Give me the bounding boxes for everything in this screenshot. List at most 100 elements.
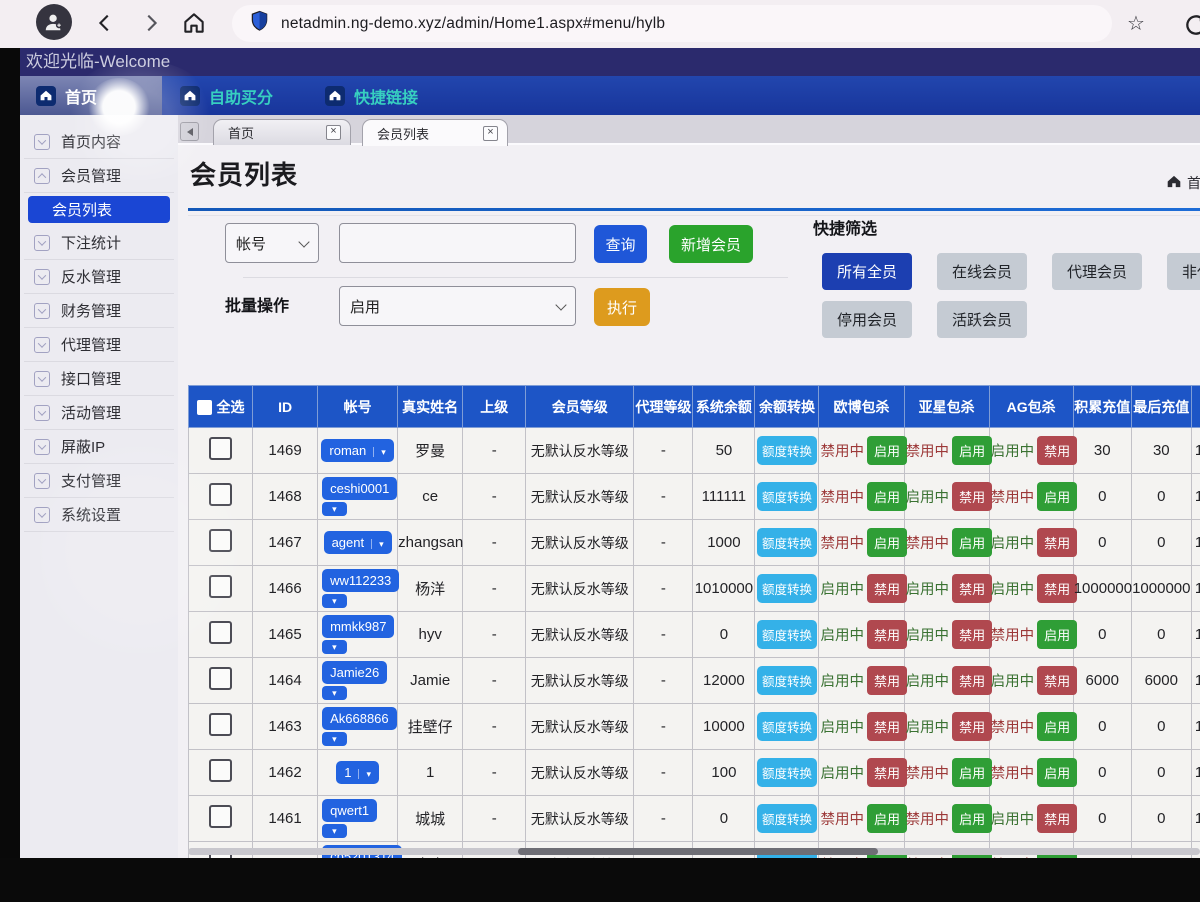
yaxing-disable-button[interactable]: 禁用 [952,666,992,695]
account-dropdown-caret[interactable]: ▾ [322,686,347,700]
quota-convert-button[interactable]: 额度转换 [757,436,817,465]
oubo-disable-button[interactable]: 禁用 [867,712,907,741]
row-checkbox[interactable] [209,667,232,690]
nav-item-3[interactable]: 快捷链接 [325,76,418,115]
row-checkbox[interactable] [209,759,232,782]
oubo-disable-button[interactable]: 禁用 [867,574,907,603]
account-dropdown-caret[interactable]: ▾ [322,640,347,654]
yaxing-enable-button[interactable]: 启用 [952,528,992,557]
quick-filter-button-3[interactable]: 代理会员 [1052,253,1142,290]
yaxing-disable-button[interactable]: 禁用 [952,482,992,511]
sidebar-item[interactable]: 下注统计 [24,226,174,260]
horizontal-scrollbar[interactable] [188,848,1200,855]
add-member-button[interactable]: 新增会员 [669,225,753,263]
sidebar-item[interactable]: 接口管理 [24,362,174,396]
quick-filter-button-6[interactable]: 活跃会员 [937,301,1027,338]
yaxing-disable-button[interactable]: 禁用 [952,574,992,603]
quota-convert-button[interactable]: 额度转换 [757,758,817,787]
sidebar-item[interactable]: 财务管理 [24,294,174,328]
forward-icon[interactable] [138,10,164,36]
quota-convert-button[interactable]: 额度转换 [757,804,817,833]
nav-item-1[interactable]: 首页 [20,76,162,115]
account-dropdown-caret[interactable]: ▾ [322,594,347,608]
oubo-enable-button[interactable]: 启用 [867,528,907,557]
account-button[interactable]: 1▾ [336,761,379,784]
account-button[interactable]: Jamie26 [322,661,387,684]
ag-disable-button[interactable]: 禁用 [1037,574,1077,603]
account-button[interactable]: Ak668866 [322,707,397,730]
quota-convert-button[interactable]: 额度转换 [757,620,817,649]
oubo-disable-button[interactable]: 禁用 [867,758,907,787]
refresh-icon[interactable] [1183,12,1200,38]
quota-convert-button[interactable]: 额度转换 [757,712,817,741]
quick-filter-button-5[interactable]: 停用会员 [822,301,912,338]
breadcrumb[interactable]: 首页 [1167,173,1200,193]
ag-disable-button[interactable]: 禁用 [1037,804,1077,833]
oubo-enable-button[interactable]: 启用 [867,482,907,511]
bookmark-star-icon[interactable]: ☆ [1124,14,1148,36]
sidebar-item[interactable]: 支付管理 [24,464,174,498]
url-address-bar[interactable]: netadmin.ng-demo.xyz/admin/Home1.aspx#me… [232,5,1112,42]
ag-disable-button[interactable]: 禁用 [1037,436,1077,465]
sidebar-item[interactable]: 系统设置 [24,498,174,532]
account-dropdown-caret[interactable]: ▾ [322,732,347,746]
nav-item-2[interactable]: 自助买分 [180,76,273,115]
tab-1[interactable]: 首页× [213,119,351,145]
search-field-select[interactable]: 帐号 [225,223,319,263]
row-checkbox[interactable] [209,805,232,828]
select-all-checkbox[interactable] [197,400,212,415]
tab-close-icon[interactable]: × [483,126,498,141]
quick-filter-button-1[interactable]: 所有全员 [822,253,912,290]
query-button[interactable]: 查询 [594,225,647,263]
quota-convert-button[interactable]: 额度转换 [757,666,817,695]
home-icon[interactable] [180,8,208,38]
oubo-enable-button[interactable]: 启用 [867,436,907,465]
ag-enable-button[interactable]: 启用 [1037,712,1077,741]
quota-convert-button[interactable]: 额度转换 [757,528,817,557]
oubo-enable-button[interactable]: 启用 [867,804,907,833]
sidebar-item[interactable]: 会员管理 [24,159,174,193]
quick-filter-button-2[interactable]: 在线会员 [937,253,1027,290]
back-icon[interactable] [92,10,118,36]
tab-2[interactable]: 会员列表× [362,119,508,146]
row-checkbox[interactable] [209,437,232,460]
sidebar-item[interactable]: 代理管理 [24,328,174,362]
tab-close-icon[interactable]: × [326,125,341,140]
oubo-disable-button[interactable]: 禁用 [867,666,907,695]
ag-disable-button[interactable]: 禁用 [1037,666,1077,695]
sidebar-item[interactable]: 首页内容 [24,125,174,159]
yaxing-enable-button[interactable]: 启用 [952,804,992,833]
row-checkbox[interactable] [209,483,232,506]
quota-convert-button[interactable]: 额度转换 [757,574,817,603]
row-checkbox[interactable] [209,529,232,552]
sidebar-item[interactable]: 活动管理 [24,396,174,430]
row-checkbox[interactable] [209,713,232,736]
row-checkbox[interactable] [209,575,232,598]
account-button[interactable]: ceshi0001 [322,477,397,500]
yaxing-disable-button[interactable]: 禁用 [952,712,992,741]
account-dropdown-caret[interactable]: ▾ [322,824,347,838]
quota-convert-button[interactable]: 额度转换 [757,482,817,511]
yaxing-enable-button[interactable]: 启用 [952,758,992,787]
tab-scroll-left-button[interactable] [180,122,199,141]
account-button[interactable]: ww112233 [322,569,399,592]
execute-button[interactable]: 执行 [594,288,650,326]
sidebar-item[interactable]: 屏蔽IP [24,430,174,464]
sidebar-item-active[interactable]: 会员列表 [28,196,170,223]
row-checkbox[interactable] [209,621,232,644]
yaxing-disable-button[interactable]: 禁用 [952,620,992,649]
account-button[interactable]: agent▾ [324,531,392,554]
scrollbar-thumb[interactable] [518,848,878,855]
ag-disable-button[interactable]: 禁用 [1037,528,1077,557]
account-button[interactable]: qwert1 [322,799,377,822]
quick-filter-button-4[interactable]: 非代理会员 [1167,253,1200,290]
account-button[interactable]: mmkk987 [322,615,394,638]
oubo-disable-button[interactable]: 禁用 [867,620,907,649]
ag-enable-button[interactable]: 启用 [1037,758,1077,787]
search-input[interactable] [339,223,576,263]
account-dropdown-caret[interactable]: ▾ [322,502,347,516]
profile-avatar-icon[interactable] [36,4,72,40]
ag-enable-button[interactable]: 启用 [1037,620,1077,649]
account-button[interactable]: roman▾ [321,439,393,462]
batch-operation-select[interactable]: 启用 [339,286,576,326]
